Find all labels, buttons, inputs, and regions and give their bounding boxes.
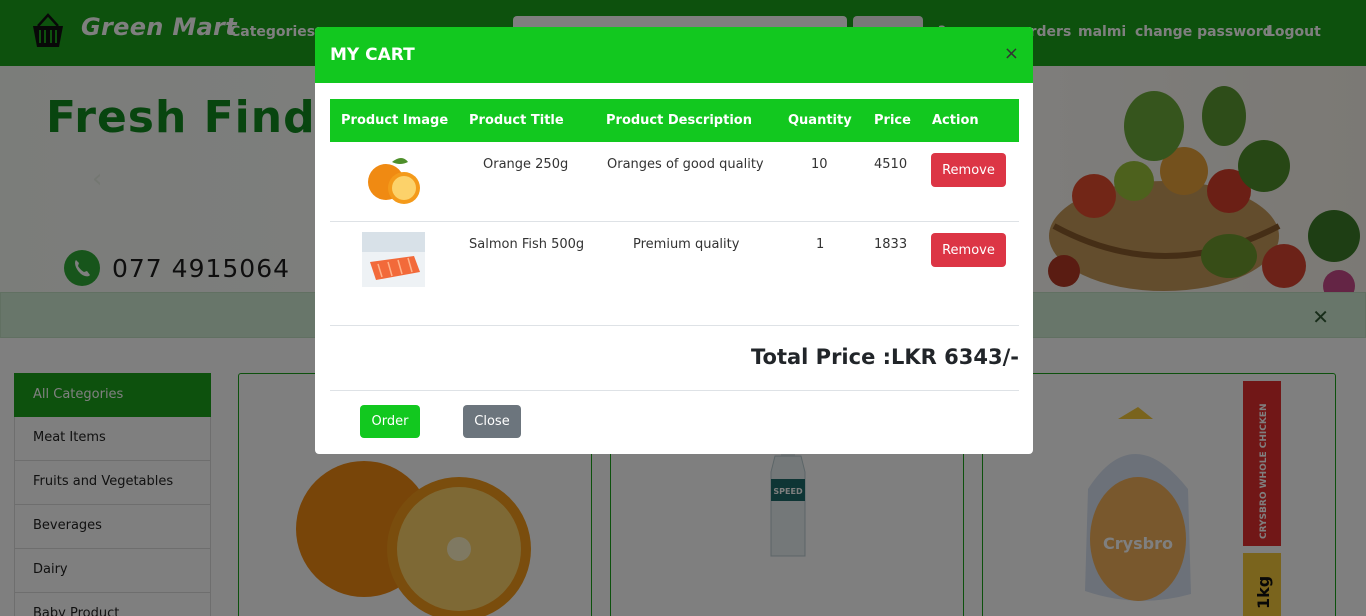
column-header-action: Action <box>932 113 979 128</box>
remove-button[interactable]: Remove <box>931 233 1006 267</box>
close-icon[interactable]: × <box>1004 43 1019 64</box>
cell-title: Orange 250g <box>483 157 569 172</box>
cell-quantity: 1 <box>816 237 825 252</box>
cell-title: Salmon Fish 500g <box>469 237 585 252</box>
total-price: Total Price :LKR 6343/- <box>751 345 1019 369</box>
modal-title: MY CART <box>330 45 415 65</box>
remove-button[interactable]: Remove <box>931 153 1006 187</box>
close-button[interactable]: Close <box>463 405 521 438</box>
modal-header: MY CART × <box>315 27 1033 83</box>
table-row: Orange 250g Oranges of good quality 10 4… <box>330 142 1019 222</box>
cell-description: Oranges of good quality <box>607 157 764 172</box>
column-header-image: Product Image <box>341 113 449 128</box>
cell-description: Premium quality <box>633 237 740 252</box>
cell-quantity: 10 <box>811 157 828 172</box>
column-header-quantity: Quantity <box>788 113 852 128</box>
cell-price: 1833 <box>874 237 908 252</box>
orange-image <box>368 158 420 204</box>
cart-table: Product Image Product Title Product Desc… <box>330 99 1019 326</box>
cart-modal: MY CART × Product Image Product Title Pr… <box>315 27 1033 454</box>
column-header-price: Price <box>874 113 911 128</box>
order-button[interactable]: Order <box>360 405 420 438</box>
column-header-description: Product Description <box>606 113 752 128</box>
cell-price: 4510 <box>874 157 908 172</box>
salmon-image <box>362 232 425 287</box>
divider <box>330 390 1019 391</box>
table-row: Salmon Fish 500g Premium quality 1 1833 … <box>330 222 1019 326</box>
table-header: Product Image Product Title Product Desc… <box>330 99 1019 142</box>
column-header-title: Product Title <box>469 113 564 128</box>
